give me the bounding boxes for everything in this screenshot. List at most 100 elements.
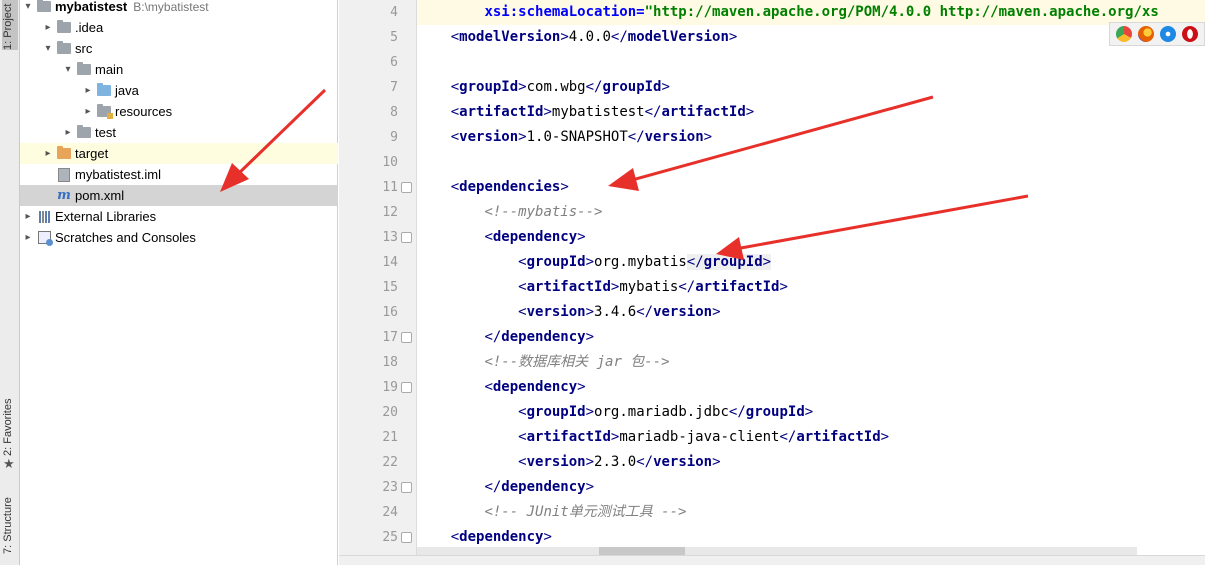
structure-tool-tab[interactable]: 7: Structure	[2, 488, 18, 554]
chevron-right-icon[interactable]: ▸	[60, 127, 76, 138]
tree-item-label: src	[75, 41, 93, 56]
excluded-folder-icon	[56, 146, 72, 161]
line-number: 5	[390, 30, 398, 45]
code-line[interactable]: <artifactId>mybatistest</artifactId>	[417, 100, 754, 125]
chevron-down-icon[interactable]: ▾	[20, 1, 36, 12]
tree-item-pom[interactable]: m pom.xml	[20, 185, 338, 206]
line-number: 15	[382, 280, 398, 295]
tree-item-label: mybatistest	[55, 0, 128, 14]
code-line[interactable]: <!--数据库相关 jar 包-->	[417, 350, 670, 375]
line-number: 13	[382, 230, 398, 245]
module-file-icon	[56, 167, 72, 182]
tree-item-java[interactable]: ▸ java	[20, 80, 338, 101]
opera-icon[interactable]	[1182, 26, 1198, 42]
code-line[interactable]: <version>3.4.6</version>	[417, 300, 720, 325]
chevron-right-icon[interactable]: ▸	[80, 106, 96, 117]
xml-tag: artifactId	[661, 104, 746, 120]
project-tool-tab[interactable]: 1: Project	[2, 0, 18, 50]
code-line[interactable]: <version>1.0-SNAPSHOT</version>	[417, 125, 712, 150]
code-line[interactable]: <artifactId>mariadb-java-client</artifac…	[417, 425, 889, 450]
chevron-right-icon[interactable]: ▸	[20, 232, 36, 243]
chevron-right-icon[interactable]: ▸	[40, 148, 56, 159]
safari-icon[interactable]	[1160, 26, 1176, 42]
xml-tag: artifactId	[526, 279, 611, 295]
code-line[interactable]: <dependencies>	[417, 175, 569, 200]
tree-item-src[interactable]: ▾ src	[20, 38, 338, 59]
code-line[interactable]: </dependency>	[417, 325, 594, 350]
tree-item-label: java	[115, 83, 139, 98]
xml-tag: artifactId	[695, 279, 780, 295]
chrome-icon[interactable]	[1116, 26, 1132, 42]
fold-marker-icon[interactable]	[401, 182, 412, 193]
xml-tag: groupId	[526, 404, 586, 420]
tree-item-root[interactable]: ▾ mybatistest B:\mybatistest	[20, 0, 338, 17]
tree-item-external-libraries[interactable]: ▸ External Libraries	[20, 206, 338, 227]
xml-tag: version	[459, 129, 519, 145]
code-line[interactable]: </dependency>	[417, 475, 594, 500]
favorites-tool-tab[interactable]: 2: Favorites	[2, 390, 18, 456]
line-number: 8	[390, 105, 398, 120]
line-number: 9	[390, 130, 398, 145]
xml-tag: artifactId	[796, 429, 881, 445]
line-number-gutter: 4 5 6 7 8 9 10 11 12 13 14 15 16 17 18 1…	[339, 0, 417, 565]
xml-tag: groupId	[745, 404, 805, 420]
xml-tag: dependency	[492, 379, 578, 395]
code-line[interactable]: <dependency>	[417, 375, 585, 400]
chevron-down-icon[interactable]: ▾	[60, 64, 76, 75]
folder-icon	[56, 41, 72, 56]
tree-item-test[interactable]: ▸ test	[20, 122, 338, 143]
tree-item-scratches[interactable]: ▸ Scratches and Consoles	[20, 227, 338, 248]
xml-tag: version	[526, 304, 586, 320]
chevron-down-icon[interactable]: ▾	[40, 43, 56, 54]
code-line[interactable]: <groupId>org.mybatis</groupId>	[417, 250, 772, 275]
firefox-icon[interactable]	[1138, 26, 1154, 42]
line-number: 23	[382, 480, 398, 495]
xml-text: 1.0-SNAPSHOT	[526, 129, 628, 145]
code-line[interactable]: <groupId>org.mariadb.jdbc</groupId>	[417, 400, 813, 425]
horizontal-scrollbar[interactable]	[417, 547, 1137, 555]
chevron-right-icon[interactable]: ▸	[80, 85, 96, 96]
fold-marker-icon[interactable]	[401, 382, 412, 393]
line-number: 17	[382, 330, 398, 345]
code-line[interactable]: <groupId>com.wbg</groupId>	[417, 75, 670, 100]
xml-text: 4.0.0	[568, 29, 611, 45]
line-number: 24	[382, 505, 398, 520]
fold-marker-icon[interactable]	[401, 482, 412, 493]
tree-item-iml[interactable]: mybatistest.iml	[20, 164, 338, 185]
code-editor[interactable]: 4 5 6 7 8 9 10 11 12 13 14 15 16 17 18 1…	[339, 0, 1205, 565]
fold-marker-icon[interactable]	[401, 532, 412, 543]
scrollbar-thumb[interactable]	[599, 547, 685, 555]
code-line[interactable]: <dependency>	[417, 225, 585, 250]
code-line[interactable]: <!--mybatis-->	[417, 200, 602, 225]
xml-tag: version	[653, 454, 713, 470]
xml-text: org.mariadb.jdbc	[594, 404, 729, 420]
fold-marker-icon[interactable]	[401, 232, 412, 243]
tree-item-resources[interactable]: ▸ resources	[20, 101, 338, 122]
line-number: 20	[382, 405, 398, 420]
maven-file-icon: m	[57, 188, 71, 203]
tree-item-target[interactable]: ▸ target	[20, 143, 338, 164]
code-line[interactable]: <artifactId>mybatis</artifactId>	[417, 275, 788, 300]
code-line[interactable]: xsi:schemaLocation="http://maven.apache.…	[417, 0, 1205, 25]
line-number: 7	[390, 80, 398, 95]
folder-icon	[76, 125, 92, 140]
chevron-right-icon[interactable]: ▸	[40, 22, 56, 33]
tree-item-main[interactable]: ▾ main	[20, 59, 338, 80]
tree-item-label: target	[75, 146, 109, 161]
tree-item-idea[interactable]: ▸ .idea	[20, 17, 338, 38]
xml-comment: <!--数据库相关 jar 包-->	[484, 354, 670, 370]
line-number: 21	[382, 430, 398, 445]
code-line[interactable]: <modelVersion>4.0.0</modelVersion>	[417, 25, 738, 50]
chevron-right-icon[interactable]: ▸	[20, 211, 36, 222]
xml-text: org.mybatis	[594, 254, 687, 270]
fold-marker-icon[interactable]	[401, 332, 412, 343]
line-number: 25	[382, 530, 398, 545]
code-line[interactable]: <version>2.3.0</version>	[417, 450, 720, 475]
project-path: B:\mybatistest	[133, 0, 209, 14]
xml-tag: version	[526, 454, 586, 470]
xml-text: com.wbg	[526, 79, 586, 95]
code-line[interactable]: <!-- JUnit单元测试工具 -->	[417, 500, 686, 525]
xml-tag: dependency	[459, 529, 544, 545]
project-tree: ▾ mybatistest B:\mybatistest ▸ .idea ▾ s…	[20, 0, 338, 565]
folder-icon	[56, 20, 72, 35]
